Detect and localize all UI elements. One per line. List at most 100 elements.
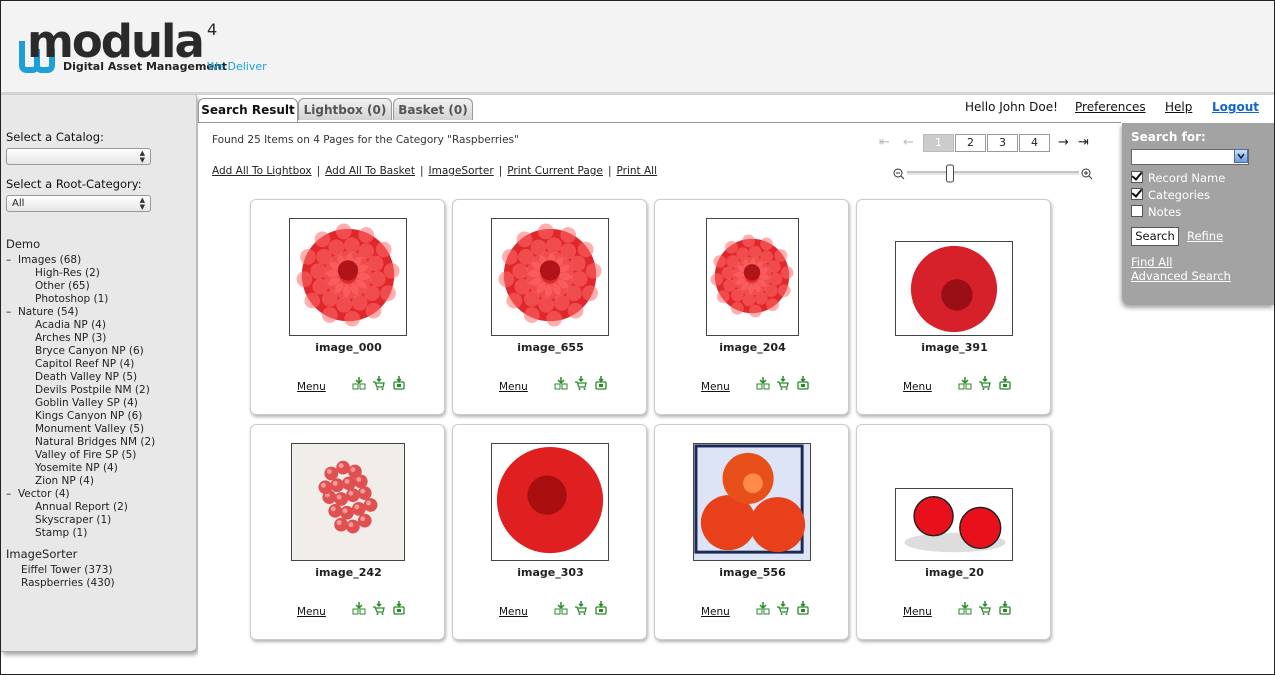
tree-item[interactable]: Arches NP (3) [6,332,155,345]
print-current-page-link[interactable]: Print Current Page [507,165,603,177]
tree-item[interactable]: Natural Bridges NM (2) [6,436,155,449]
result-thumbnail[interactable] [895,488,1013,561]
option-categories[interactable]: Categories [1131,188,1210,202]
tab-basket[interactable]: Basket (0) [393,98,473,120]
add-to-basket-icon[interactable] [372,601,386,615]
download-icon[interactable] [998,376,1012,390]
tree-item[interactable]: High-Res (2) [6,267,155,280]
result-menu-link[interactable]: Menu [903,606,932,618]
add-to-lightbox-icon[interactable] [756,601,770,615]
first-page-icon[interactable]: ⇤ [879,134,890,151]
page-button-2[interactable]: 2 [955,134,986,152]
result-title[interactable]: image_242 [251,566,446,579]
add-to-lightbox-icon[interactable] [958,601,972,615]
help-link[interactable]: Help [1165,100,1192,114]
zoom-knob[interactable] [946,164,954,183]
option-notes[interactable]: Notes [1131,205,1181,219]
search-button[interactable]: Search [1131,227,1179,246]
zoom-slider[interactable] [893,164,1093,184]
refine-link[interactable]: Refine [1187,229,1223,243]
add-to-lightbox-icon[interactable] [554,376,568,390]
advanced-search-link[interactable]: Advanced Search [1131,269,1231,283]
logout-link[interactable]: Logout [1212,100,1259,114]
result-thumbnail[interactable] [289,218,407,336]
tree-item[interactable]: Eiffel Tower (373) [6,564,155,577]
tree-group-images[interactable]: – Images (68) [6,254,155,267]
add-to-basket-icon[interactable] [776,376,790,390]
tree-item[interactable]: Zion NP (4) [6,475,155,488]
add-to-basket-icon[interactable] [372,376,386,390]
chevron-down-icon[interactable] [1234,149,1248,163]
tree-item[interactable]: Raspberries (430) [6,577,155,590]
zoom-in-icon[interactable] [1081,168,1093,180]
result-card[interactable]: image_391 Menu [856,199,1051,415]
tree-item[interactable]: Bryce Canyon NP (6) [6,345,155,358]
add-to-lightbox-icon[interactable] [352,376,366,390]
next-page-icon[interactable]: → [1058,134,1069,151]
add-to-basket-icon[interactable] [574,376,588,390]
result-card[interactable]: image_204 Menu [654,199,849,415]
result-thumbnail[interactable] [491,443,609,561]
print-all-link[interactable]: Print All [616,165,657,177]
catalog-select[interactable]: ▲ ▼ [6,148,151,165]
last-page-icon[interactable]: ⇥ [1078,134,1089,151]
result-card[interactable]: image_303 Menu [452,424,647,640]
add-to-basket-icon[interactable] [978,376,992,390]
zoom-out-icon[interactable] [893,168,905,180]
result-title[interactable]: image_556 [655,566,850,579]
tab-search-result[interactable]: Search Result [198,98,298,123]
result-title[interactable]: image_655 [453,341,648,354]
result-card[interactable]: image_000 Menu [250,199,445,415]
add-all-lightbox-link[interactable]: Add All To Lightbox [212,165,312,177]
add-all-basket-link[interactable]: Add All To Basket [325,165,415,177]
result-menu-link[interactable]: Menu [297,381,326,393]
tree-group-nature[interactable]: – Nature (54) [6,306,155,319]
add-to-basket-icon[interactable] [978,601,992,615]
preferences-link[interactable]: Preferences [1075,100,1146,114]
tree-item[interactable]: Kings Canyon NP (6) [6,410,155,423]
result-menu-link[interactable]: Menu [701,381,730,393]
tab-lightbox[interactable]: Lightbox (0) [298,98,392,120]
result-title[interactable]: image_20 [857,566,1052,579]
download-icon[interactable] [998,601,1012,615]
result-title[interactable]: image_204 [655,341,850,354]
result-menu-link[interactable]: Menu [297,606,326,618]
tree-item[interactable]: Skyscraper (1) [6,514,155,527]
result-card[interactable]: image_20 Menu [856,424,1051,640]
result-card[interactable]: image_556 Menu [654,424,849,640]
tree-item[interactable]: Valley of Fire SP (5) [6,449,155,462]
search-input[interactable] [1131,149,1249,165]
tree-item[interactable]: Annual Report (2) [6,501,155,514]
result-thumbnail[interactable] [693,443,811,561]
result-menu-link[interactable]: Menu [903,381,932,393]
checkbox-checked-icon[interactable] [1131,188,1143,200]
download-icon[interactable] [594,376,608,390]
find-all-link[interactable]: Find All [1131,255,1172,269]
root-category-select[interactable]: All ▲ ▼ [6,195,151,212]
add-to-lightbox-icon[interactable] [554,601,568,615]
tree-item[interactable]: Monument Valley (5) [6,423,155,436]
tree-item[interactable]: Devils Postpile NM (2) [6,384,155,397]
result-title[interactable]: image_000 [251,341,446,354]
add-to-lightbox-icon[interactable] [756,376,770,390]
page-button-1[interactable]: 1 [923,134,954,152]
tree-group-vector[interactable]: – Vector (4) [6,488,155,501]
tree-item[interactable]: Stamp (1) [6,527,155,540]
add-to-lightbox-icon[interactable] [352,601,366,615]
modula-logo[interactable]: modula 4 Digital Asset Management We Del… [19,15,269,78]
download-icon[interactable] [796,601,810,615]
tree-item[interactable]: Goblin Valley SP (4) [6,397,155,410]
add-to-lightbox-icon[interactable] [958,376,972,390]
result-thumbnail[interactable] [706,218,799,336]
download-icon[interactable] [392,376,406,390]
result-menu-link[interactable]: Menu [499,606,528,618]
result-menu-link[interactable]: Menu [701,606,730,618]
result-card[interactable]: image_655 Menu [452,199,647,415]
page-button-4[interactable]: 4 [1019,134,1050,152]
add-to-basket-icon[interactable] [574,601,588,615]
result-menu-link[interactable]: Menu [499,381,528,393]
tree-item[interactable]: Death Valley NP (5) [6,371,155,384]
imagesorter-link[interactable]: ImageSorter [429,165,494,177]
tree-item[interactable]: Capitol Reef NP (4) [6,358,155,371]
result-thumbnail[interactable] [291,443,405,561]
